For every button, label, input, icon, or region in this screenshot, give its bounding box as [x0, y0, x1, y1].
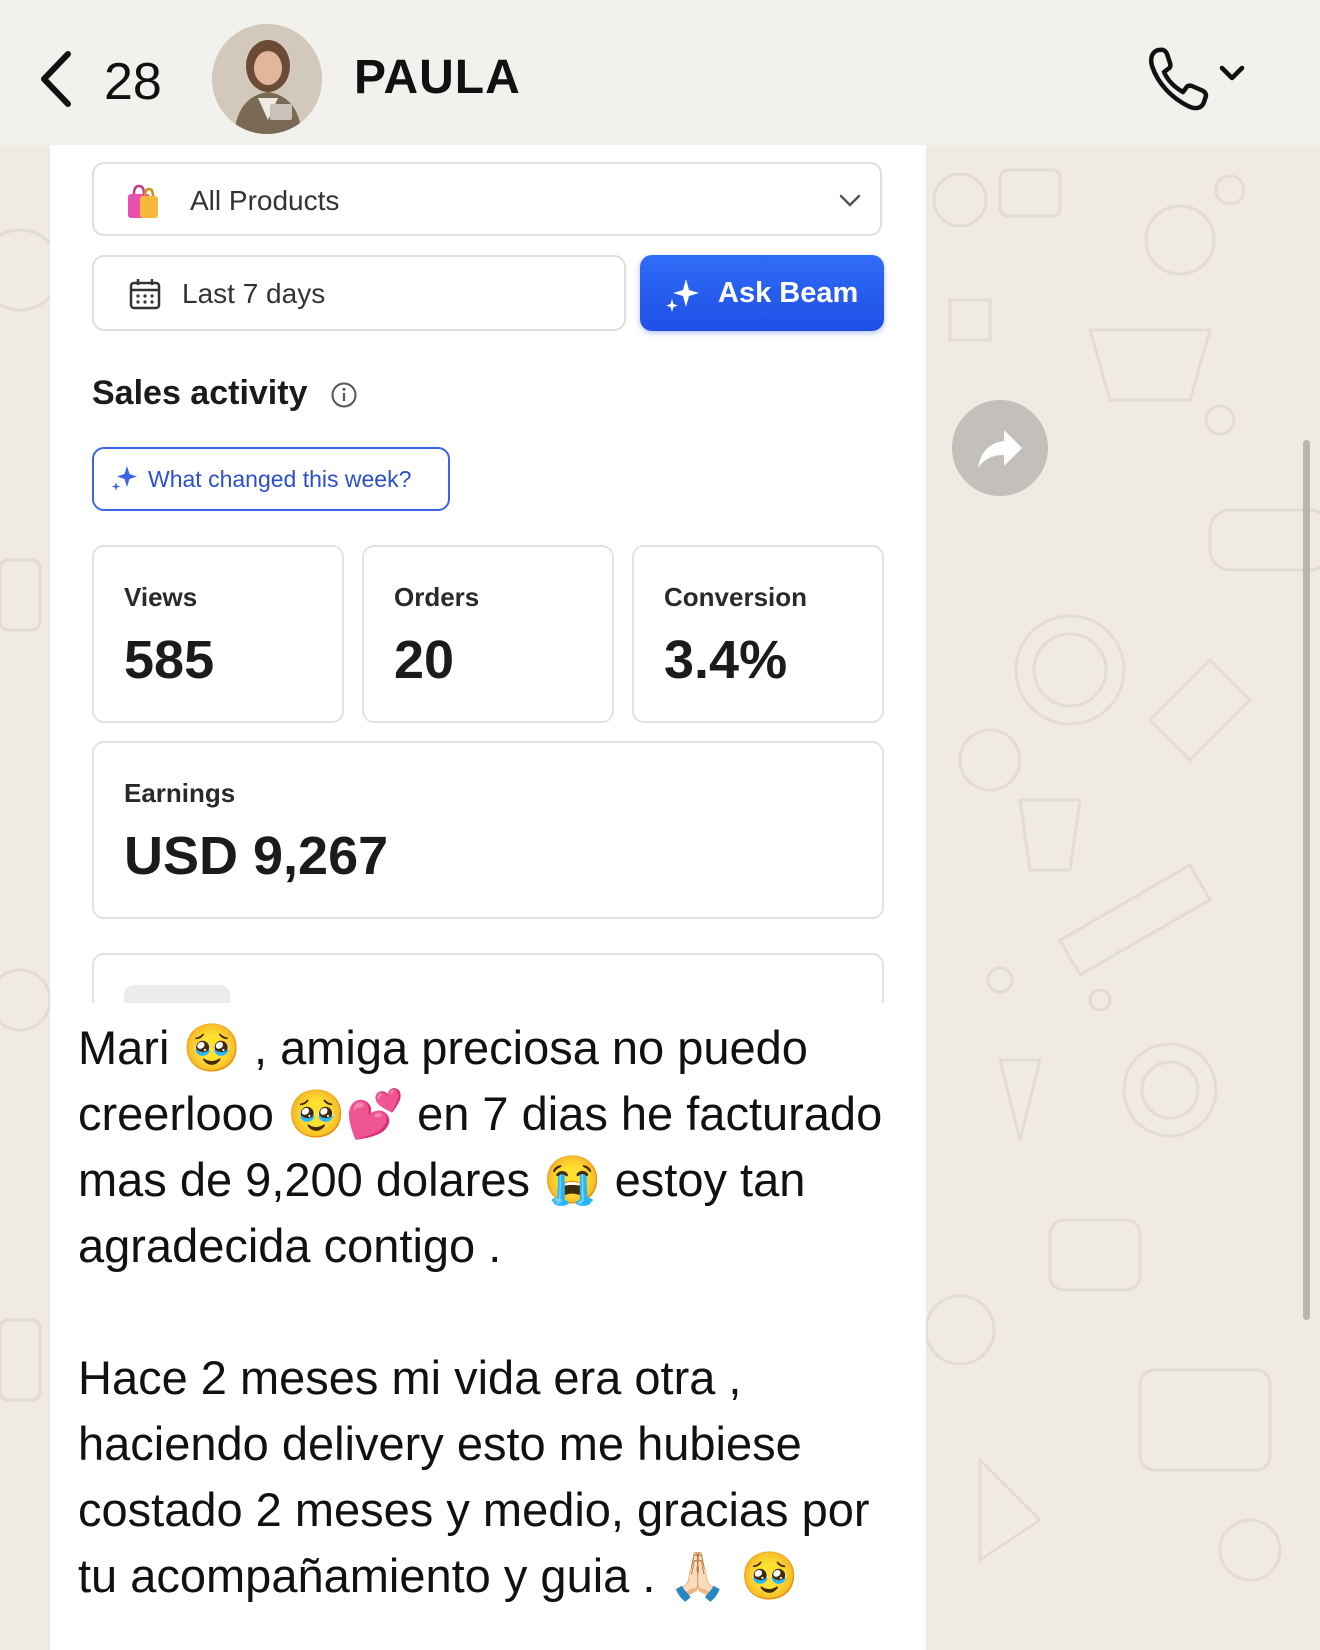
sparkle-icon [111, 466, 137, 491]
earnings-value: USD 9,267 [124, 826, 389, 886]
stat-card-conversion: Conversion 3.4% [632, 545, 884, 723]
avatar[interactable] [212, 24, 322, 134]
ask-beam-button[interactable]: Ask Beam [640, 255, 884, 331]
date-range-label: Last 7 days [182, 278, 326, 309]
stat-value: 585 [124, 630, 215, 690]
earnings-label: Earnings [124, 778, 236, 808]
stat-label: Views [124, 582, 198, 612]
forward-arrow-icon [978, 430, 1022, 468]
earnings-card: Earnings USD 9,267 [92, 741, 884, 919]
stat-card-orders: Orders 20 [362, 545, 614, 723]
shared-image[interactable]: All Products Last 7 days Ask Beam Sales … [50, 145, 926, 1003]
ask-beam-label: Ask Beam [718, 277, 859, 309]
loading-placeholder [124, 985, 230, 1003]
shopping-bag-icon [128, 184, 158, 218]
section-title: Sales activity [92, 374, 308, 412]
avatar-image [212, 24, 322, 134]
chevron-left-icon [41, 51, 71, 107]
contact-name[interactable]: PAULA [354, 50, 521, 106]
stat-card-views: Views 585 [92, 545, 344, 723]
message-text: Mari 🥹 , amiga preciosa no puedo creerlo… [78, 1015, 918, 1609]
call-button[interactable] [1146, 40, 1256, 116]
partial-card [92, 953, 884, 1003]
what-changed-label: What changed this week? [148, 466, 412, 492]
chat-header: 28 PAULA [0, 0, 1320, 145]
stat-label: Conversion [664, 582, 808, 612]
stat-value: 20 [394, 630, 455, 690]
chevron-down-icon [839, 194, 861, 207]
message-bubble[interactable]: All Products Last 7 days Ask Beam Sales … [50, 145, 926, 1650]
product-filter-value: All Products [190, 185, 340, 216]
back-button[interactable]: 28 [36, 42, 176, 118]
scrollbar[interactable] [1303, 440, 1310, 1320]
info-icon[interactable] [330, 381, 358, 409]
forward-button[interactable] [952, 400, 1048, 496]
what-changed-button[interactable]: What changed this week? [92, 447, 450, 511]
phone-icon [1149, 47, 1245, 111]
stat-value: 3.4% [664, 630, 788, 690]
unread-count: 28 [104, 53, 162, 111]
message-paragraph: Mari 🥹 , amiga preciosa no puedo creerlo… [78, 1021, 883, 1272]
product-filter-dropdown[interactable]: All Products [92, 162, 882, 236]
calendar-icon [129, 279, 161, 310]
sparkle-icon [666, 279, 699, 312]
date-range-button[interactable]: Last 7 days [92, 255, 626, 331]
stat-label: Orders [394, 582, 480, 612]
message-paragraph: Hace 2 meses mi vida era otra , haciendo… [78, 1351, 870, 1602]
